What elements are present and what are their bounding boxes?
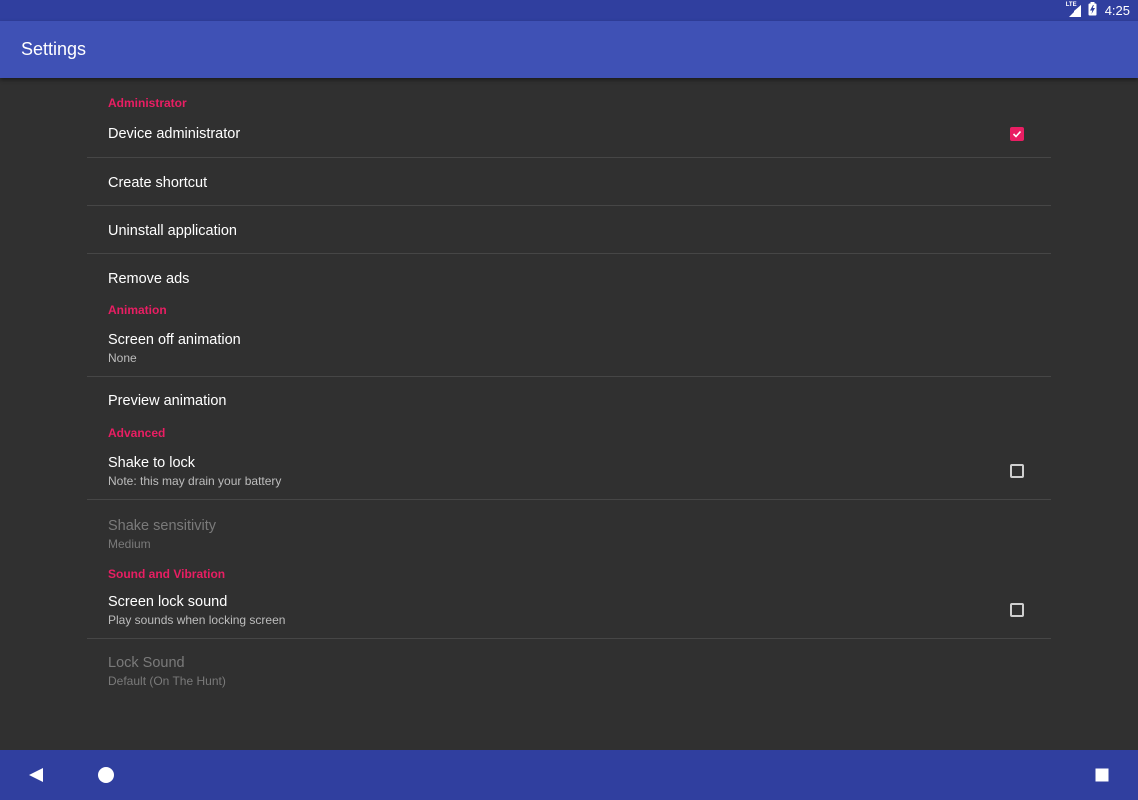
pref-title: Lock Sound [108, 655, 185, 671]
battery-icon [1088, 2, 1097, 19]
home-button[interactable] [88, 760, 124, 790]
pref-create-shortcut[interactable]: Create shortcut [87, 158, 1051, 206]
pref-remove-ads[interactable]: Remove ads [87, 254, 1051, 303]
pref-summary: Medium [108, 537, 151, 551]
pref-title: Preview animation [108, 393, 227, 409]
pref-lock-sound: Lock Sound Default (On The Hunt) [87, 639, 1051, 703]
pref-screen-lock-sound[interactable]: Screen lock sound Play sounds when locki… [87, 590, 1051, 639]
page-title: Settings [21, 39, 87, 59]
pref-preview-animation[interactable]: Preview animation [87, 377, 1051, 426]
category-header-animation: Animation [108, 303, 167, 317]
settings-list[interactable]: Administrator Device administrator Creat… [87, 78, 1051, 750]
pref-title: Remove ads [108, 271, 190, 287]
pref-title: Screen lock sound [108, 594, 228, 610]
pref-title: Uninstall application [108, 223, 237, 239]
category-header-sound-vibration: Sound and Vibration [108, 567, 226, 581]
pref-summary: Note: this may drain your battery [108, 474, 282, 488]
app-bar: Settings [0, 21, 1138, 78]
check-icon [1012, 130, 1022, 138]
signal-icon: LTE [1066, 2, 1082, 18]
pref-title: Shake sensitivity [108, 518, 216, 534]
pref-summary: Play sounds when locking screen [108, 613, 286, 627]
home-circle-icon [98, 767, 114, 783]
screen-lock-sound-checkbox[interactable] [1010, 603, 1024, 617]
recents-square-icon [1095, 768, 1109, 782]
shake-to-lock-checkbox[interactable] [1010, 464, 1024, 478]
back-triangle-icon [29, 768, 43, 782]
pref-title: Shake to lock [108, 455, 196, 471]
clock: 4:25 [1104, 3, 1130, 18]
pref-shake-sensitivity: Shake sensitivity Medium [87, 500, 1051, 564]
pref-uninstall-application[interactable]: Uninstall application [87, 206, 1051, 254]
category-header-administrator: Administrator [108, 96, 187, 110]
category-header-advanced: Advanced [108, 426, 166, 440]
pref-title: Screen off animation [108, 332, 241, 348]
pref-shake-to-lock[interactable]: Shake to lock Note: this may drain your … [87, 450, 1051, 500]
pref-device-administrator[interactable]: Device administrator [87, 124, 1051, 158]
pref-summary: Default (On The Hunt) [108, 674, 226, 688]
pref-title: Create shortcut [108, 175, 208, 191]
pref-title: Device administrator [108, 126, 241, 142]
status-bar: LTE 4:25 [0, 0, 1138, 21]
back-button[interactable] [18, 760, 54, 790]
device-admin-checkbox[interactable] [1010, 127, 1024, 141]
pref-summary: None [108, 351, 137, 365]
navigation-bar [0, 750, 1138, 800]
recents-button[interactable] [1084, 760, 1120, 790]
pref-screen-off-animation[interactable]: Screen off animation None [87, 327, 1051, 377]
